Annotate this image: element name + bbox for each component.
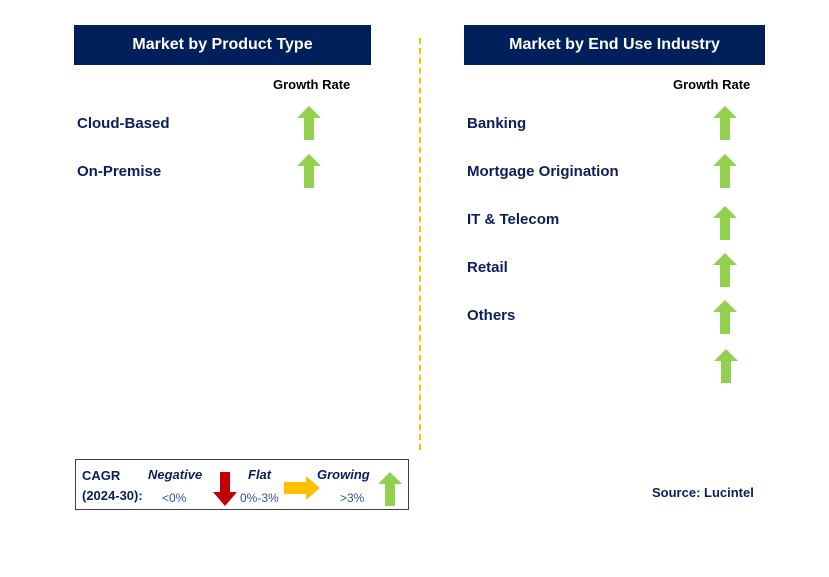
legend-growing-label: Growing [317,467,370,482]
product-type-header: Market by Product Type [74,25,371,65]
end-use-industry-title: Market by End Use Industry [509,36,720,53]
legend-flat-label: Flat [248,467,272,482]
legend-negative-range: <0% [162,491,187,505]
legend-flat-range: 0%-3% [240,491,279,505]
arrow-right-icon [284,476,320,500]
source-label: Source: Lucintel [652,485,754,500]
arrow-up-icon [713,206,737,240]
row-label-it-telecom: IT & Telecom [467,211,560,228]
cagr-legend: CAGR (2024-30): Negative <0% Flat 0%-3% … [75,459,409,510]
product-type-growth-header: Growth Rate [273,77,351,92]
arrow-up-icon [714,349,738,383]
end-use-growth-header: Growth Rate [673,77,751,92]
row-label-on-premise: On-Premise [77,163,162,180]
row-label-retail: Retail [467,259,508,276]
dashed-divider [419,38,421,450]
row-label-mortgage-origination: Mortgage Origination [467,163,619,180]
cagr-label: CAGR [82,468,121,483]
arrow-up-icon [713,300,737,334]
arrow-down-icon [213,472,237,506]
arrow-up-icon [713,253,737,287]
row-label-banking: Banking [467,115,527,132]
arrow-up-icon [713,154,737,188]
arrow-up-icon [713,106,737,140]
legend-negative-label: Negative [148,467,203,482]
legend-growing-range: >3% [340,491,365,505]
row-label-others: Others [467,307,516,324]
arrow-up-icon [297,154,321,188]
product-type-title: Market by Product Type [132,36,313,53]
arrow-up-icon [378,472,402,506]
cagr-period: (2024-30): [82,488,143,503]
arrow-up-icon [297,106,321,140]
row-label-cloud-based: Cloud-Based [77,115,170,132]
end-use-industry-header: Market by End Use Industry [464,25,765,65]
